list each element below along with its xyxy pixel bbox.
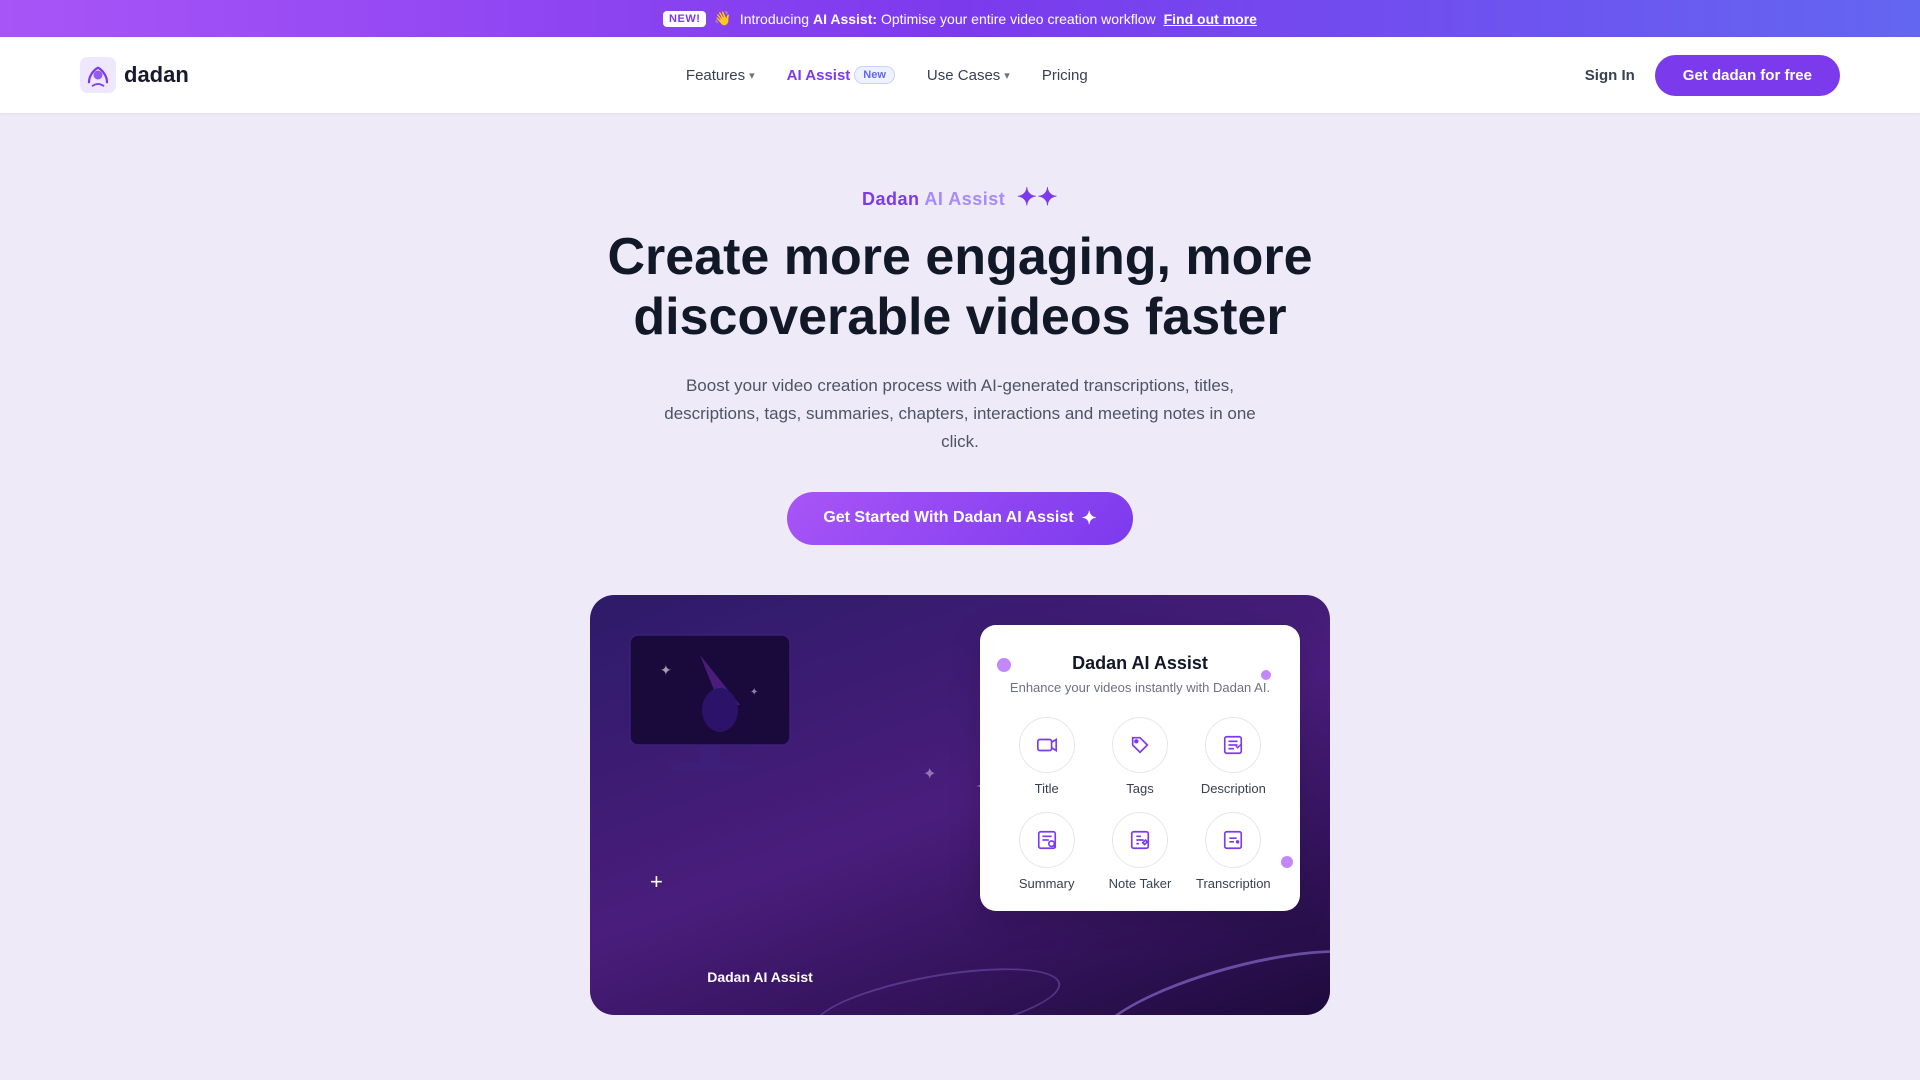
hero-subtitle: Dadan AI Assist ✦✦ xyxy=(20,183,1900,212)
ai-feature-icon xyxy=(1112,812,1168,868)
hero-section: Dadan AI Assist ✦✦ Create more engaging,… xyxy=(0,113,1920,1055)
wizard-scene: ✦ ✦ + Dadan AI Assist xyxy=(590,595,930,1015)
ai-feature-item: Title xyxy=(1008,717,1085,796)
new-nav-badge: New xyxy=(854,66,895,84)
announcement-bar: NEW! 👋 Introducing AI Assist: Optimise y… xyxy=(0,0,1920,37)
nav-features[interactable]: Features ▾ xyxy=(686,67,755,84)
announcement-text: Introducing AI Assist: Optimise your ent… xyxy=(740,11,1156,27)
get-dadan-free-button[interactable]: Get dadan for free xyxy=(1655,55,1840,96)
nav-links: Features ▾ AI Assist New Use Cases ▾ Pri… xyxy=(686,66,1088,84)
ai-feature-item: Note Taker xyxy=(1101,812,1178,891)
nav-pricing[interactable]: Pricing xyxy=(1042,67,1088,84)
wizard-label: Dadan AI Assist xyxy=(590,969,930,985)
ai-features-grid: Title Tags Description Summary Note Taker Tra… xyxy=(1008,717,1272,891)
nav-right: Sign In Get dadan for free xyxy=(1585,55,1840,96)
chevron-down-icon: ▾ xyxy=(749,69,755,82)
ai-feature-label: Note Taker xyxy=(1109,876,1172,891)
ai-card-title: Dadan AI Assist xyxy=(1008,653,1272,674)
new-badge: NEW! xyxy=(663,11,706,27)
nav-ai-assist[interactable]: AI Assist New xyxy=(787,66,895,84)
find-out-more-link[interactable]: Find out more xyxy=(1164,11,1257,27)
orb-decoration xyxy=(997,658,1011,672)
ai-feature-icon xyxy=(1205,812,1261,868)
hero-title: Create more engaging, more discoverable … xyxy=(560,228,1360,348)
ai-assist-card: Dadan AI Assist Enhance your videos inst… xyxy=(980,625,1300,911)
chevron-down-icon: ▾ xyxy=(1004,69,1010,82)
svg-text:✦: ✦ xyxy=(750,687,758,698)
ai-feature-item: Transcription xyxy=(1195,812,1272,891)
orb-decoration xyxy=(1281,856,1293,868)
logo-text: dadan xyxy=(124,62,189,88)
ai-feature-label: Description xyxy=(1201,781,1266,796)
svg-text:✦: ✦ xyxy=(660,662,672,678)
ai-feature-icon xyxy=(1019,812,1075,868)
ai-feature-icon xyxy=(1205,717,1261,773)
hero-description: Boost your video creation process with A… xyxy=(660,372,1260,456)
ai-feature-label: Title xyxy=(1035,781,1059,796)
ring-decoration xyxy=(1085,927,1330,1014)
plus-icon: + xyxy=(650,869,663,895)
hero-cta-button[interactable]: Get Started With Dadan AI Assist ✦ xyxy=(787,492,1132,545)
nav-use-cases[interactable]: Use Cases ▾ xyxy=(927,67,1010,84)
hero-demo-image: ✦ ✦ + Dadan AI Assist ✦ ✦ Dadan AI Assis… xyxy=(590,595,1330,1015)
ai-feature-label: Transcription xyxy=(1196,876,1271,891)
ai-feature-item: Tags xyxy=(1101,717,1178,796)
logo[interactable]: dadan xyxy=(80,57,189,93)
ai-feature-item: Description xyxy=(1195,717,1272,796)
star-decoration: ✦ xyxy=(923,764,936,784)
ai-feature-item: Summary xyxy=(1008,812,1085,891)
ai-card-description: Enhance your videos instantly with Dadan… xyxy=(1008,680,1272,695)
sign-in-button[interactable]: Sign In xyxy=(1585,67,1635,84)
ai-feature-icon xyxy=(1019,717,1075,773)
logo-icon xyxy=(80,57,116,93)
star-decoration: ✦ xyxy=(975,770,1000,805)
ai-feature-label: Summary xyxy=(1019,876,1075,891)
ai-feature-icon xyxy=(1112,717,1168,773)
cta-sparkle-icon: ✦ xyxy=(1082,508,1097,529)
monitor-illustration: ✦ ✦ xyxy=(620,625,820,785)
announcement-emoji: 👋 xyxy=(714,10,731,27)
ai-feature-label: Tags xyxy=(1126,781,1153,796)
navbar: dadan Features ▾ AI Assist New Use Cases… xyxy=(0,37,1920,113)
sparkles-icon: ✦✦ xyxy=(1017,183,1058,212)
